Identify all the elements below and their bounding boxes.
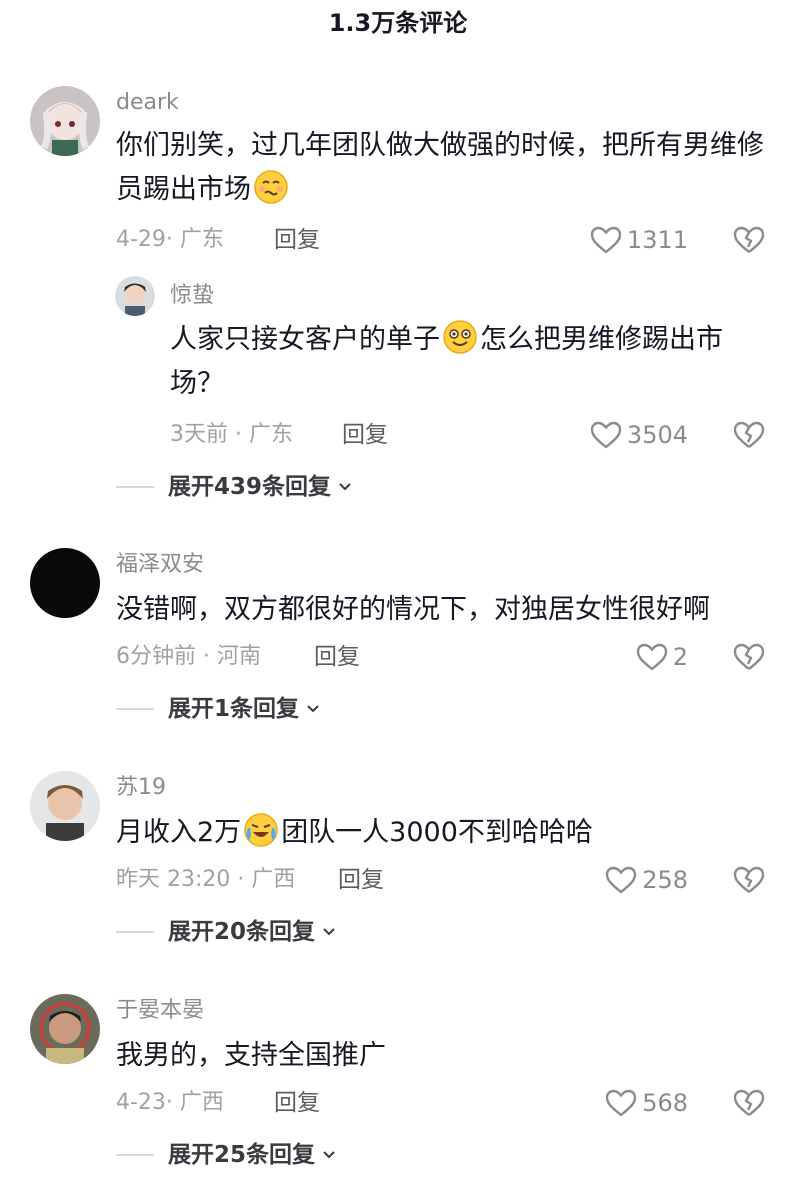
comment-text-content: 月收入2万 — [116, 817, 242, 848]
comment-meta: 3天前 · 广东 — [170, 422, 293, 447]
comment-text-content: 团队一人3000不到哈哈哈 — [281, 817, 593, 848]
comment-meta: 4-23· 广西 — [116, 1090, 224, 1115]
avatar[interactable] — [115, 276, 155, 316]
reply-button[interactable]: 回复 — [338, 865, 384, 895]
like-count: 3504 — [626, 421, 688, 449]
comment-text: 没错啊，双方都很好的情况下，对独居女性很好啊 — [116, 588, 766, 632]
username[interactable]: 惊蛰 — [170, 281, 214, 311]
comment-text: 我男的，支持全国推广 — [116, 1034, 766, 1078]
heart-outline-icon — [590, 421, 622, 449]
broken-heart-icon[interactable] — [732, 642, 766, 672]
comment-text-content: 我男的，支持全国推广 — [116, 1040, 386, 1071]
comment-text: 人家只接女客户的单子 怎么把男维修踢出市场？ — [170, 318, 770, 406]
username[interactable]: deark — [116, 88, 179, 118]
chevron-down-icon — [339, 483, 351, 491]
like-count: 2 — [672, 643, 688, 671]
like-button[interactable]: 258 — [604, 865, 688, 895]
chevron-down-icon — [323, 1151, 335, 1159]
reply-button[interactable]: 回复 — [274, 225, 320, 255]
heart-outline-icon — [590, 226, 622, 254]
like-button[interactable]: 3504 — [589, 420, 688, 450]
avatar[interactable] — [30, 548, 100, 618]
expand-replies-label: 展开20条回复 — [168, 919, 316, 945]
avatar[interactable] — [30, 86, 100, 156]
comment-text-content: 人家只接女客户的单子 — [170, 324, 440, 355]
avatar[interactable] — [30, 994, 100, 1064]
like-button[interactable]: 1311 — [589, 225, 688, 255]
comment-text: 你们别笑，过几年团队做大做强的时候，把所有男维修员踢出市场 — [116, 124, 766, 212]
expand-replies-button[interactable]: 展开439条回复 — [116, 472, 353, 502]
avatar[interactable] — [30, 771, 100, 841]
crying-laughing-emoji-icon — [243, 812, 279, 848]
like-button[interactable]: 568 — [604, 1088, 688, 1118]
username[interactable]: 苏19 — [116, 773, 166, 803]
comment-meta: 6分钟前 · 河南 — [116, 644, 261, 669]
expand-replies-button[interactable]: 展开25条回复 — [116, 1140, 337, 1170]
reply-button[interactable]: 回复 — [314, 642, 360, 672]
expand-replies-label: 展开1条回复 — [168, 696, 300, 722]
divider — [116, 708, 154, 710]
username[interactable]: 福泽双安 — [116, 550, 204, 580]
comment-meta: 昨天 23:20 · 广西 — [116, 867, 296, 892]
expand-replies-label: 展开25条回复 — [168, 1142, 316, 1168]
like-button[interactable]: 2 — [635, 642, 688, 672]
divider — [116, 486, 154, 488]
broken-heart-icon[interactable] — [732, 420, 766, 450]
reply-button[interactable]: 回复 — [342, 420, 388, 450]
username[interactable]: 于晏本晏 — [116, 996, 204, 1026]
broken-heart-icon[interactable] — [732, 1088, 766, 1118]
like-count: 568 — [642, 1089, 688, 1117]
expand-replies-button[interactable]: 展开1条回复 — [116, 694, 321, 724]
comment-meta: 4-29· 广东 — [116, 227, 224, 252]
grin-emoji-icon — [442, 319, 478, 355]
expand-replies-label: 展开439条回复 — [168, 474, 332, 500]
divider — [116, 931, 154, 933]
like-count: 1311 — [626, 226, 688, 254]
chevron-down-icon — [323, 928, 335, 936]
awkward-smile-emoji-icon — [253, 169, 289, 205]
comment-count-title: 1.3万条评论 — [328, 9, 468, 37]
divider — [116, 1154, 154, 1156]
heart-outline-icon — [605, 1089, 637, 1117]
broken-heart-icon[interactable] — [732, 865, 766, 895]
broken-heart-icon[interactable] — [732, 225, 766, 255]
reply-button[interactable]: 回复 — [274, 1088, 320, 1118]
chevron-down-icon — [307, 705, 319, 713]
like-count: 258 — [642, 866, 688, 894]
expand-replies-button[interactable]: 展开20条回复 — [116, 917, 337, 947]
comment-text: 月收入2万 团队一人3000不到哈哈哈 — [116, 811, 766, 855]
comment-text-content: 没错啊，双方都很好的情况下，对独居女性很好啊 — [116, 594, 710, 625]
comment-text-content: 你们别笑，过几年团队做大做强的时候，把所有男维修员踢出市场 — [116, 130, 764, 205]
heart-outline-icon — [605, 866, 637, 894]
heart-outline-icon — [636, 643, 667, 671]
